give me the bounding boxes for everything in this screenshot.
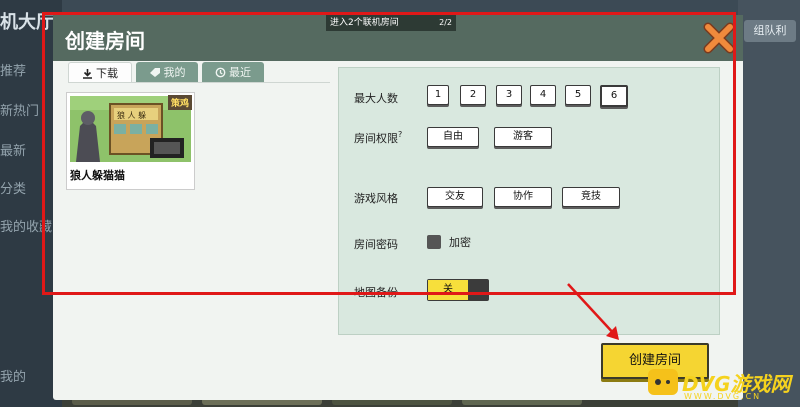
gamepad-icon <box>648 369 678 395</box>
annotation-arrow <box>567 283 619 340</box>
watermark-url: WWW.DVG.CN <box>684 392 762 401</box>
